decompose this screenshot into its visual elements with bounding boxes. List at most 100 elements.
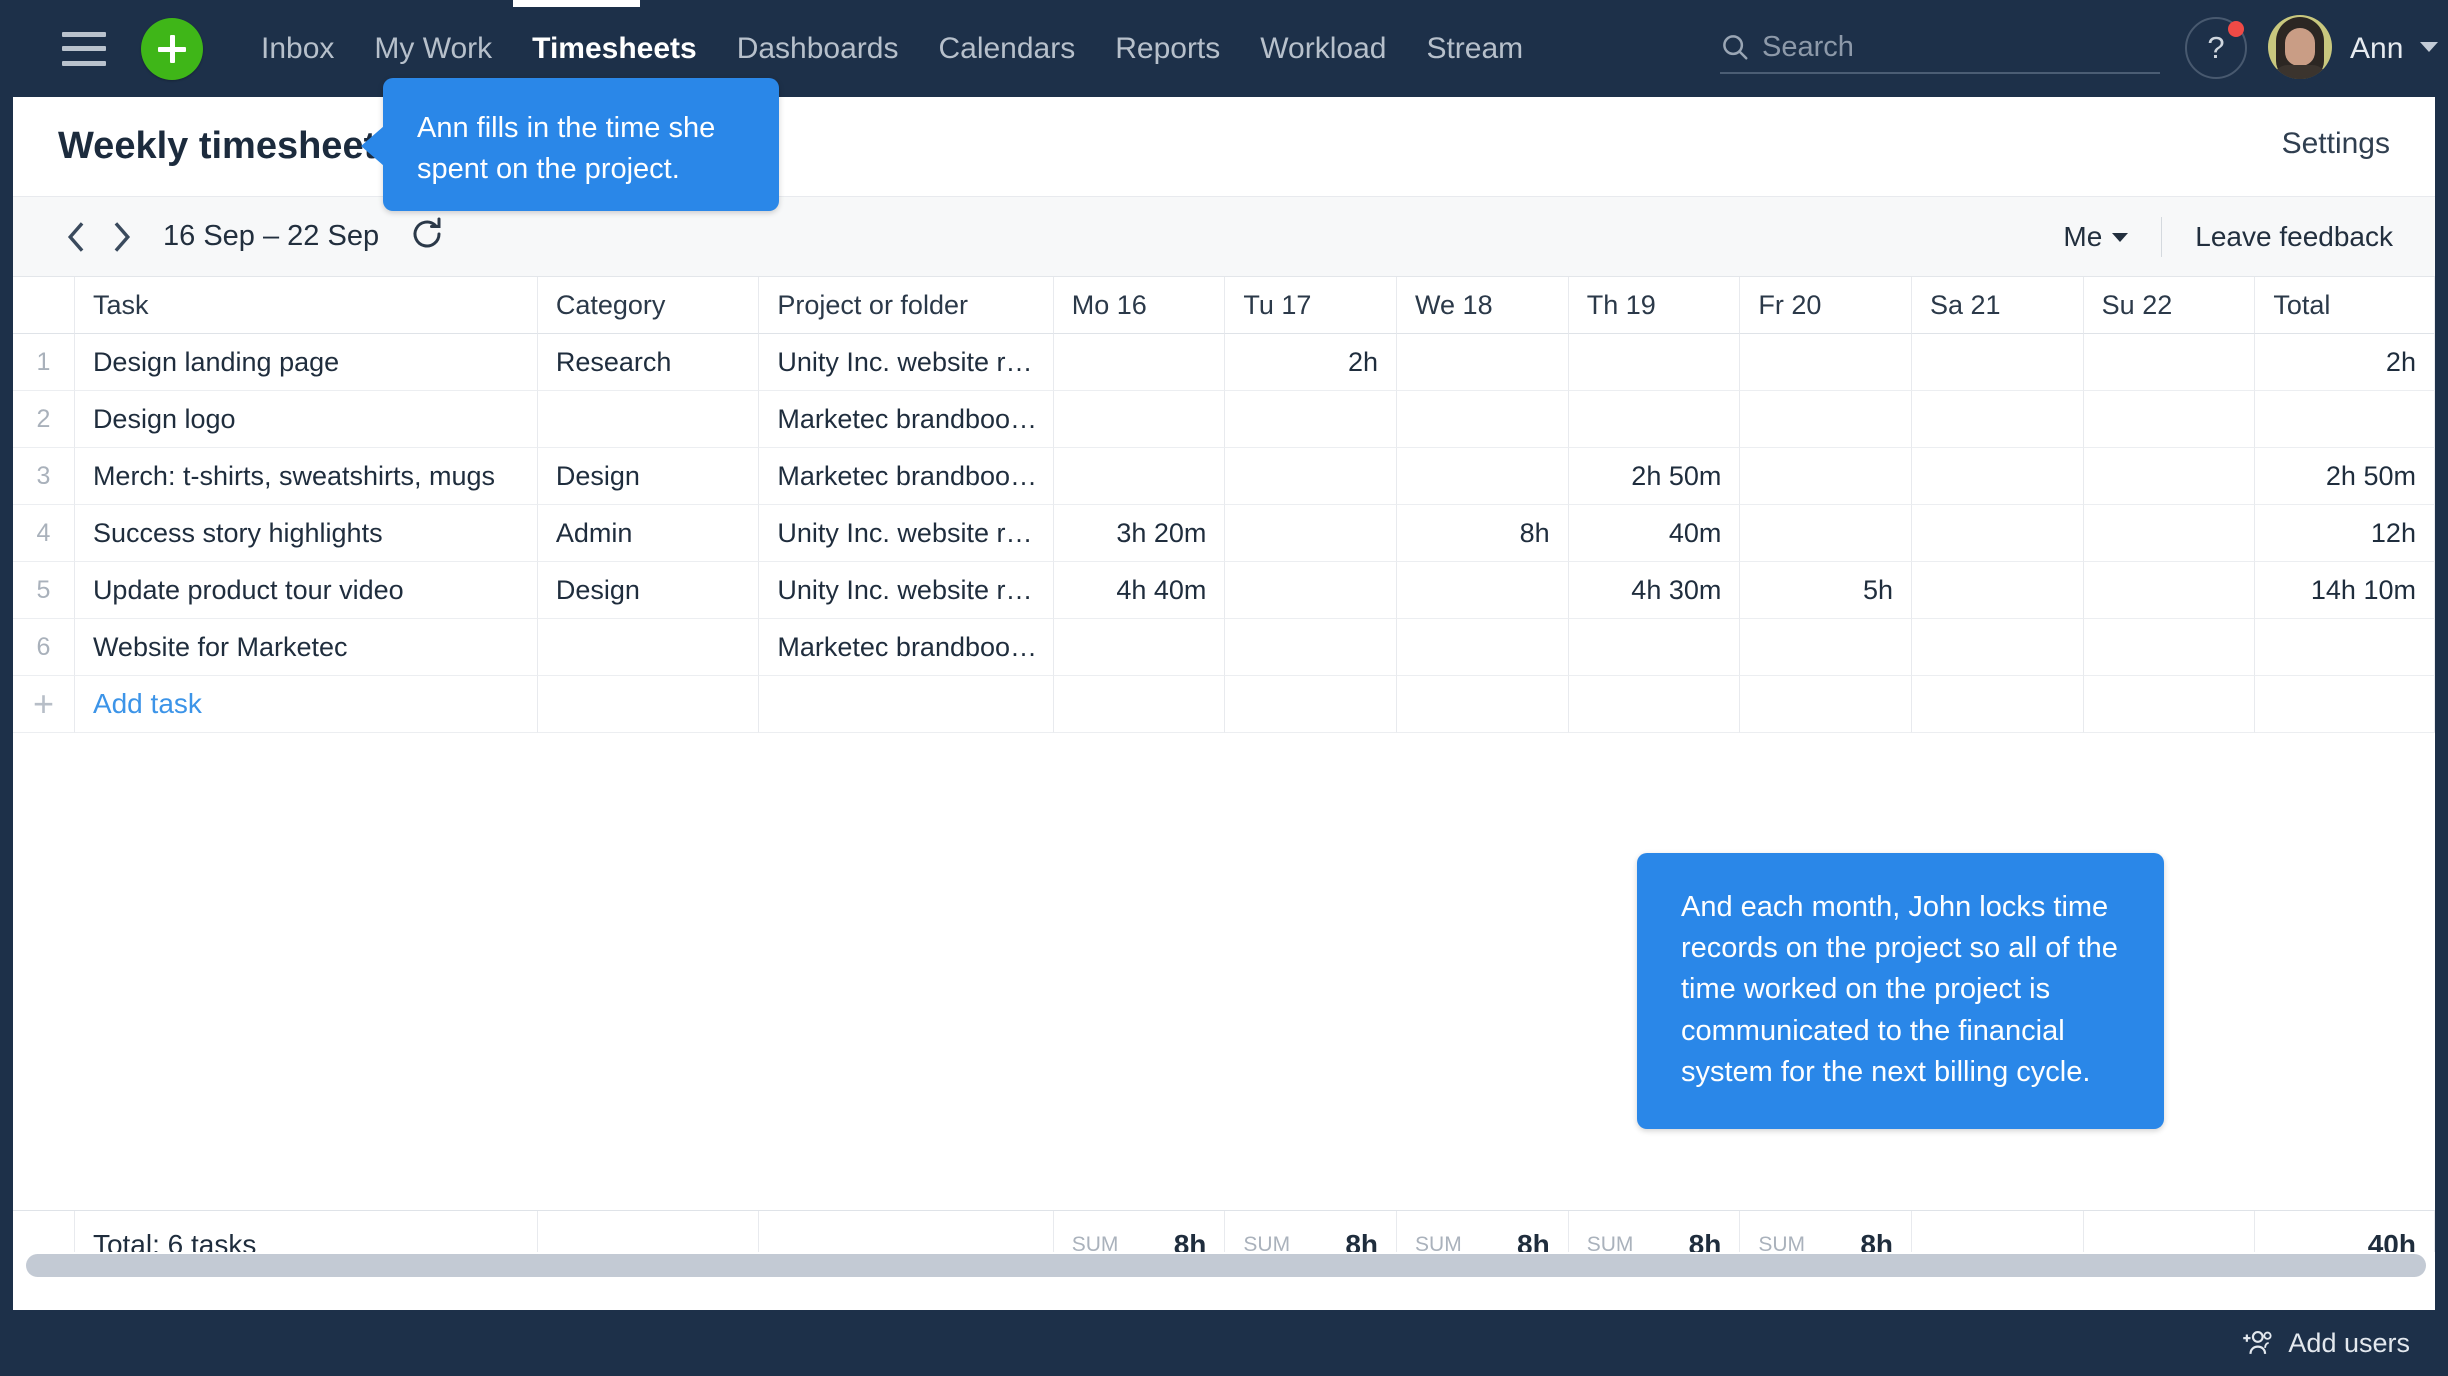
- time-cell-th[interactable]: 2h 50m: [1568, 448, 1741, 505]
- table-row[interactable]: 3 Merch: t-shirts, sweatshirts, mugs Desig…: [13, 448, 2435, 505]
- time-cell-th[interactable]: [1568, 619, 1741, 676]
- header-day-sa[interactable]: Sa 21: [1912, 277, 2084, 334]
- add-row-we[interactable]: [1397, 676, 1569, 733]
- table-row[interactable]: 2 Design logo Marketec brandboo…: [13, 391, 2435, 448]
- time-cell-tu[interactable]: [1225, 562, 1398, 619]
- task-project[interactable]: Marketec brandboo…: [759, 619, 1054, 676]
- time-cell-mo[interactable]: [1053, 448, 1226, 505]
- time-cell-th[interactable]: [1568, 391, 1741, 448]
- date-range-label[interactable]: 16 Sep – 22 Sep: [163, 220, 379, 253]
- time-cell-we[interactable]: [1397, 334, 1569, 391]
- search-box[interactable]: [1720, 22, 2160, 74]
- scrollbar-thumb[interactable]: [26, 1254, 2426, 1277]
- add-task-row[interactable]: + Add task: [13, 676, 2435, 733]
- time-cell-fr[interactable]: [1740, 391, 1913, 448]
- hamburger-icon[interactable]: [62, 31, 106, 66]
- header-day-we[interactable]: We 18: [1397, 277, 1569, 334]
- nav-link-dashboards[interactable]: Dashboards: [717, 32, 919, 66]
- task-project[interactable]: Unity Inc. website r…: [759, 505, 1054, 562]
- add-row-fr[interactable]: [1740, 676, 1913, 733]
- user-name-label[interactable]: Ann: [2350, 32, 2403, 66]
- nav-link-my-work[interactable]: My Work: [354, 32, 512, 66]
- add-row-mo[interactable]: [1053, 676, 1226, 733]
- horizontal-scrollbar[interactable]: [13, 1252, 2435, 1279]
- task-category[interactable]: Design: [537, 448, 760, 505]
- time-cell-th[interactable]: [1568, 334, 1741, 391]
- task-category[interactable]: [537, 391, 760, 448]
- time-cell-su[interactable]: [2083, 448, 2256, 505]
- time-cell-tu[interactable]: [1225, 619, 1398, 676]
- leave-feedback-link[interactable]: Leave feedback: [2195, 221, 2393, 253]
- nav-link-stream[interactable]: Stream: [1406, 32, 1543, 66]
- header-project[interactable]: Project or folder: [759, 277, 1054, 334]
- search-input[interactable]: [1762, 30, 2142, 64]
- header-day-th[interactable]: Th 19: [1568, 277, 1741, 334]
- task-name[interactable]: Update product tour video: [74, 562, 538, 619]
- time-cell-sa[interactable]: [1912, 391, 2084, 448]
- chevron-right-icon[interactable]: [99, 215, 143, 259]
- settings-link[interactable]: Settings: [2282, 127, 2390, 161]
- header-day-fr[interactable]: Fr 20: [1740, 277, 1913, 334]
- time-cell-su[interactable]: [2083, 619, 2256, 676]
- task-project[interactable]: Unity Inc. website r…: [759, 562, 1054, 619]
- header-day-mo[interactable]: Mo 16: [1053, 277, 1226, 334]
- add-row-project[interactable]: [759, 676, 1054, 733]
- time-cell-fr[interactable]: [1740, 505, 1913, 562]
- create-plus-button[interactable]: [141, 17, 203, 80]
- nav-link-workload[interactable]: Workload: [1240, 32, 1406, 66]
- add-task-label[interactable]: Add task: [93, 688, 202, 720]
- add-row-su[interactable]: [2083, 676, 2256, 733]
- header-day-su[interactable]: Su 22: [2083, 277, 2256, 334]
- time-cell-sa[interactable]: [1912, 562, 2084, 619]
- time-cell-th[interactable]: 40m: [1568, 505, 1741, 562]
- time-cell-we[interactable]: [1397, 448, 1569, 505]
- header-task[interactable]: Task: [74, 277, 538, 334]
- time-cell-mo[interactable]: [1053, 391, 1226, 448]
- time-cell-fr[interactable]: [1740, 619, 1913, 676]
- time-cell-sa[interactable]: [1912, 334, 2084, 391]
- nav-link-timesheets[interactable]: Timesheets: [512, 32, 717, 66]
- task-name[interactable]: Success story highlights: [74, 505, 538, 562]
- time-cell-su[interactable]: [2083, 505, 2256, 562]
- time-cell-fr[interactable]: [1740, 334, 1913, 391]
- task-category[interactable]: Admin: [537, 505, 760, 562]
- chevron-left-icon[interactable]: [55, 215, 99, 259]
- assignee-filter[interactable]: Me: [2063, 221, 2129, 253]
- task-category[interactable]: [537, 619, 760, 676]
- user-avatar[interactable]: [2268, 15, 2332, 79]
- table-row[interactable]: 1 Design landing page Research Unity Inc. w…: [13, 334, 2435, 391]
- time-cell-we[interactable]: [1397, 562, 1569, 619]
- time-cell-sa[interactable]: [1912, 505, 2084, 562]
- task-name[interactable]: Merch: t-shirts, sweatshirts, mugs: [74, 448, 538, 505]
- time-cell-tu[interactable]: [1225, 448, 1398, 505]
- add-users-button[interactable]: Add users: [2242, 1328, 2410, 1359]
- table-row[interactable]: 5 Update product tour video Design Unity In…: [13, 562, 2435, 619]
- add-row-sa[interactable]: [1912, 676, 2084, 733]
- task-project[interactable]: Unity Inc. website r…: [759, 334, 1054, 391]
- task-name[interactable]: Design landing page: [74, 334, 538, 391]
- nav-link-reports[interactable]: Reports: [1095, 32, 1240, 66]
- task-category[interactable]: Research: [537, 334, 760, 391]
- time-cell-mo[interactable]: [1053, 334, 1226, 391]
- nav-link-calendars[interactable]: Calendars: [918, 32, 1095, 66]
- chevron-down-icon[interactable]: [2420, 42, 2438, 52]
- time-cell-su[interactable]: [2083, 391, 2256, 448]
- time-cell-we[interactable]: [1397, 619, 1569, 676]
- add-row-th[interactable]: [1568, 676, 1741, 733]
- task-project[interactable]: Marketec brandboo…: [759, 391, 1054, 448]
- task-project[interactable]: Marketec brandboo…: [759, 448, 1054, 505]
- time-cell-su[interactable]: [2083, 562, 2256, 619]
- refresh-icon[interactable]: [409, 216, 445, 257]
- add-row-tu[interactable]: [1225, 676, 1398, 733]
- time-cell-fr[interactable]: [1740, 448, 1913, 505]
- time-cell-th[interactable]: 4h 30m: [1568, 562, 1741, 619]
- time-cell-mo[interactable]: [1053, 619, 1226, 676]
- time-cell-sa[interactable]: [1912, 619, 2084, 676]
- time-cell-fr[interactable]: 5h: [1740, 562, 1913, 619]
- time-cell-we[interactable]: 8h: [1397, 505, 1569, 562]
- time-cell-tu[interactable]: 2h: [1225, 334, 1398, 391]
- header-category[interactable]: Category: [537, 277, 760, 334]
- plus-icon[interactable]: +: [13, 676, 75, 733]
- time-cell-mo[interactable]: 3h 20m: [1053, 505, 1226, 562]
- header-total[interactable]: Total: [2255, 277, 2435, 334]
